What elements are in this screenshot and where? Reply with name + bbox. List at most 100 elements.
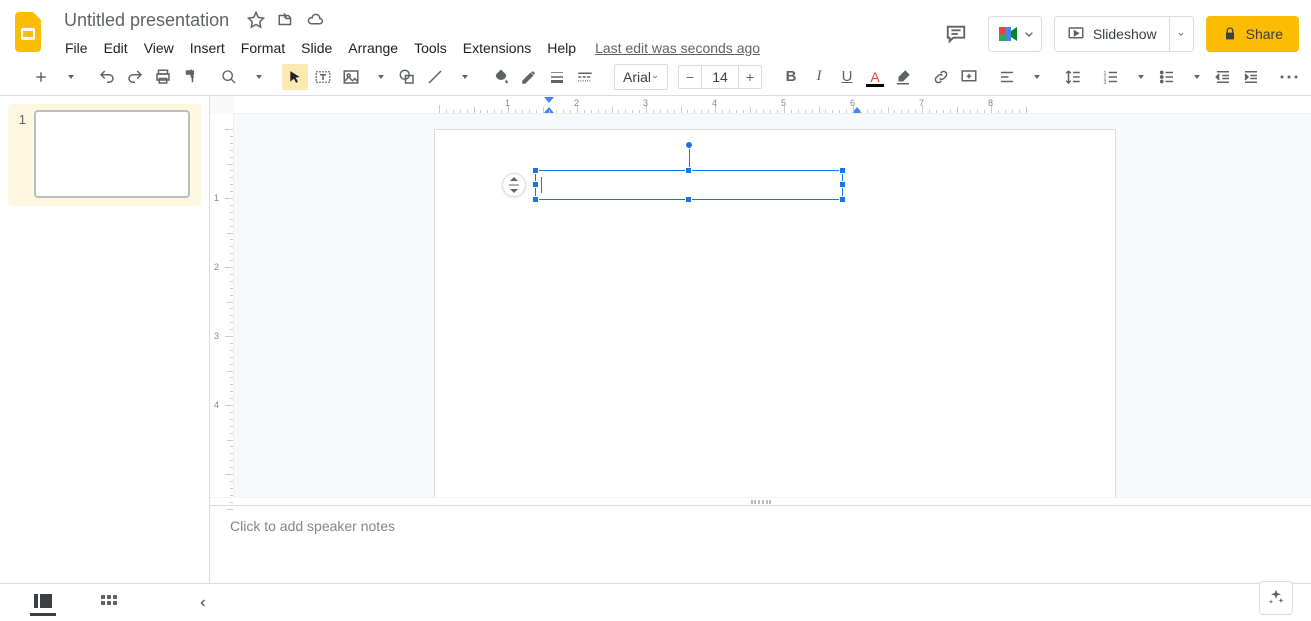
menu-insert[interactable]: Insert [183,36,232,60]
header: Untitled presentation File Edit View Ins… [0,0,1311,58]
font-size-decrease[interactable]: − [678,65,702,89]
highlight-color-button[interactable] [890,64,916,90]
zoom-button[interactable] [216,64,242,90]
resize-handle-bl[interactable] [532,196,539,203]
slides-logo[interactable] [12,8,48,56]
slide-thumbnail-1[interactable]: 1 [8,104,201,206]
horizontal-ruler[interactable]: 12345678 [234,96,1311,114]
line-tool[interactable] [422,64,448,90]
meet-icon [997,22,1021,46]
grid-view-button[interactable] [96,590,122,616]
shape-tool[interactable] [394,64,420,90]
numbered-list-button[interactable]: 123 [1098,64,1124,90]
image-dropdown[interactable] [366,64,392,90]
notes-resize-handle[interactable] [210,497,1311,505]
increase-indent-button[interactable] [1238,64,1264,90]
menu-extensions[interactable]: Extensions [456,36,538,60]
cloud-status-icon[interactable] [307,11,325,29]
collapse-toolbar-button[interactable] [1304,64,1311,90]
undo-button[interactable] [94,64,120,90]
bulleted-list-button[interactable] [1154,64,1180,90]
doc-title[interactable]: Untitled presentation [58,8,235,33]
menu-view[interactable]: View [137,36,181,60]
selected-textbox[interactable] [535,170,843,200]
border-weight-button[interactable] [544,64,570,90]
font-size-increase[interactable]: + [738,65,762,89]
filmstrip-view-button[interactable] [30,590,56,616]
align-button[interactable] [994,64,1020,90]
text-cursor [541,177,542,193]
last-edit-link[interactable]: Last edit was seconds ago [595,36,760,60]
decrease-indent-button[interactable] [1210,64,1236,90]
resize-handle-bm[interactable] [685,196,692,203]
select-tool[interactable] [282,64,308,90]
numbered-list-dropdown[interactable] [1126,64,1152,90]
svg-text:3: 3 [1104,79,1107,85]
border-color-button[interactable] [516,64,542,90]
slideshow-dropdown[interactable] [1170,16,1194,52]
chevron-down-icon [1021,26,1037,42]
font-family-select[interactable]: Arial [614,64,668,90]
print-button[interactable] [150,64,176,90]
move-icon[interactable] [277,11,295,29]
new-slide-dropdown[interactable] [56,64,82,90]
main-area: 1 12345678 1234 [0,96,1311,583]
speaker-notes[interactable]: Click to add speaker notes [210,505,1311,583]
insert-comment-button[interactable] [956,64,982,90]
header-actions: Slideshow Share [936,8,1299,54]
menu-edit[interactable]: Edit [97,36,135,60]
menu-arrange[interactable]: Arrange [341,36,405,60]
fill-color-button[interactable] [488,64,514,90]
resize-handle-tl[interactable] [532,167,539,174]
bulleted-list-dropdown[interactable] [1182,64,1208,90]
resize-handle-tm[interactable] [685,167,692,174]
redo-button[interactable] [122,64,148,90]
toolbar: Arial − + B I U A 123 [0,58,1311,96]
rotation-handle[interactable] [685,141,693,149]
logo-area [12,8,48,56]
star-icon[interactable] [247,11,265,29]
menu-tools[interactable]: Tools [407,36,454,60]
resize-handle-br[interactable] [839,196,846,203]
chevron-down-icon [1176,29,1186,39]
new-slide-button[interactable] [28,64,54,90]
text-color-button[interactable]: A [862,64,888,90]
share-button[interactable]: Share [1206,16,1299,52]
bold-button[interactable]: B [778,64,804,90]
align-dropdown[interactable] [1022,64,1048,90]
drag-icon [508,177,520,182]
menu-file[interactable]: File [58,36,95,60]
resize-handle-mr[interactable] [839,181,846,188]
underline-button[interactable]: U [834,64,860,90]
slide-number: 1 [12,110,26,198]
slideshow-icon [1067,25,1085,43]
menu-slide[interactable]: Slide [294,36,339,60]
more-options-button[interactable] [1276,64,1302,90]
italic-button[interactable]: I [806,64,832,90]
paint-format-button[interactable] [178,64,204,90]
resize-handle-tr[interactable] [839,167,846,174]
border-dash-button[interactable] [572,64,598,90]
line-spacing-button[interactable] [1060,64,1086,90]
image-tool[interactable] [338,64,364,90]
canvas-area: 12345678 1234 [210,96,1311,583]
menu-help[interactable]: Help [540,36,583,60]
slide-workarea[interactable] [234,114,1311,497]
insert-link-button[interactable] [928,64,954,90]
menu-format[interactable]: Format [234,36,292,60]
line-dropdown[interactable] [450,64,476,90]
zoom-dropdown[interactable] [244,64,270,90]
explore-button[interactable] [1259,581,1293,615]
comments-icon[interactable] [936,14,976,54]
slide-canvas[interactable] [434,129,1116,497]
slideshow-button[interactable]: Slideshow [1054,16,1170,52]
vertical-ruler[interactable]: 1234 [210,114,234,497]
font-family-label: Arial [623,69,651,85]
textbox-tool[interactable] [310,64,336,90]
resize-handle-ml[interactable] [532,181,539,188]
chevron-down-icon [651,73,659,81]
font-size-input[interactable] [702,65,738,89]
collapse-filmstrip-button[interactable] [190,590,216,616]
autofit-handle[interactable] [502,173,526,197]
meet-button[interactable] [988,16,1042,52]
